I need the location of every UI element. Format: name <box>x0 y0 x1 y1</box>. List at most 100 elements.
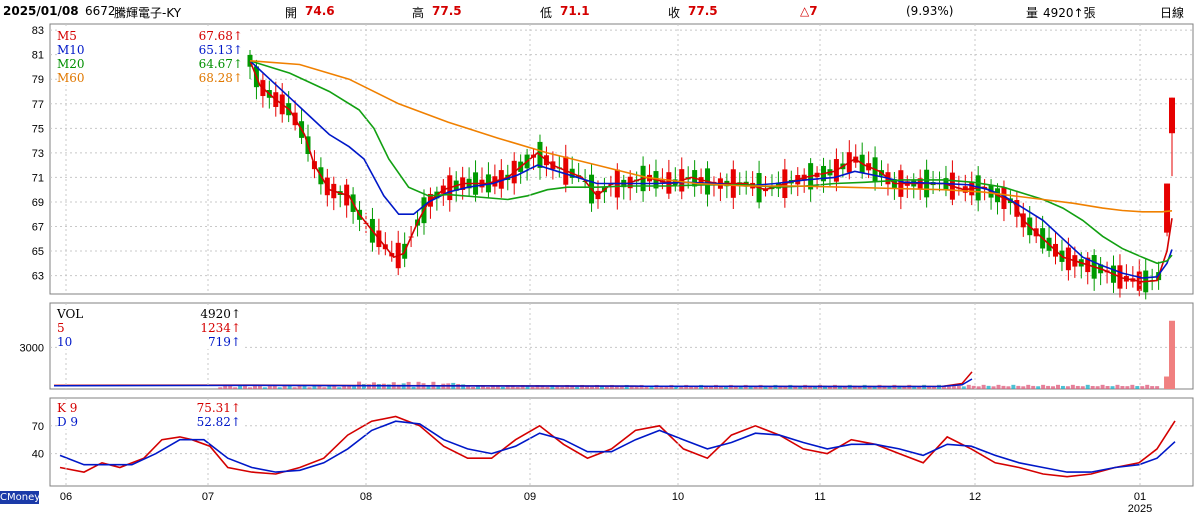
volume-bar <box>277 387 282 389</box>
legend-m60-name: M60 <box>57 71 85 85</box>
x-tick-label: 01 <box>1134 491 1146 503</box>
volume-bar <box>634 386 639 389</box>
volume-bar <box>1046 385 1051 389</box>
volume-bar <box>604 386 609 389</box>
volume-bar <box>966 384 971 389</box>
volume-bar <box>218 387 223 389</box>
volume-bar <box>961 386 966 389</box>
legend-m5: M5 67.68↑ <box>57 29 247 43</box>
stock-chart-screen: 2025/01/08 6672 騰輝電子-KY 開 74.6 高 77.5 低 … <box>0 0 1200 515</box>
volume-bar <box>976 386 981 389</box>
x-tick-label: 07 <box>202 491 214 503</box>
legend-d9: D 9 52.82↑ <box>57 415 245 429</box>
volume-bar <box>1085 384 1090 389</box>
volume-bar <box>649 386 654 389</box>
volume-bar <box>664 386 669 389</box>
y-tick-label: 81 <box>32 50 44 62</box>
volume-bar <box>1055 384 1060 389</box>
volume-bar <box>1060 385 1065 389</box>
x-tick-label: 10 <box>672 491 684 503</box>
y-tick-label: 73 <box>32 148 44 160</box>
legend-m10: M10 65.13↑ <box>57 43 247 57</box>
y-tick-label: 63 <box>32 271 44 283</box>
volume-bar <box>1006 386 1011 389</box>
y-tick-label: 77 <box>32 99 44 111</box>
legend-m20-value: 64.67↑ <box>198 57 243 71</box>
y-tick-label: 67 <box>32 222 44 234</box>
volume-bar <box>307 387 312 389</box>
y-tick-label: 83 <box>32 25 44 37</box>
volume-bar <box>946 386 951 389</box>
legend-d9-value: 52.82↑ <box>196 415 241 429</box>
y-tick-label: 75 <box>32 123 44 135</box>
volume-bar <box>1164 376 1171 389</box>
x-tick-label: 09 <box>524 491 536 503</box>
volume-bar <box>1095 386 1100 389</box>
legend-m10-name: M10 <box>57 43 85 57</box>
legend-m60-value: 68.28↑ <box>198 71 243 85</box>
volume-bar <box>322 387 327 389</box>
volume-bar <box>1011 384 1016 389</box>
y-tick-label: 69 <box>32 197 44 209</box>
volume-bar <box>1120 386 1125 389</box>
volume-bar <box>1145 384 1150 389</box>
volume-bar <box>619 386 624 389</box>
volume-bar <box>1100 384 1105 389</box>
volume-bar <box>590 386 595 389</box>
legend-vol10-name: 10 <box>57 335 73 349</box>
legend-m10-value: 65.13↑ <box>198 43 243 57</box>
volume-bar <box>337 387 342 389</box>
volume-bar <box>956 385 961 389</box>
volume-bar <box>694 386 699 389</box>
x-tick-label: 12 <box>969 491 981 503</box>
legend-m5-name: M5 <box>57 29 77 43</box>
x-tick-label: 06 <box>60 491 72 503</box>
legend-vol5-name: 5 <box>57 321 65 335</box>
legend-k9-name: K 9 <box>57 401 78 415</box>
legend-vol10: 10 719↑ <box>57 335 245 349</box>
price-legend: M5 67.68↑ M10 65.13↑ M20 64.67↑ M60 68.2… <box>57 29 247 85</box>
volume-bar <box>530 386 535 389</box>
volume-bar <box>1065 386 1070 389</box>
volume-bar <box>248 387 252 389</box>
volume-bar <box>1115 384 1120 389</box>
y-tick-label: 71 <box>32 172 44 184</box>
y-tick-label: 3000 <box>20 342 44 354</box>
volume-bar <box>986 385 991 389</box>
volume-bar <box>991 386 996 389</box>
legend-m5-value: 67.68↑ <box>198 29 243 43</box>
volume-bar <box>376 383 381 389</box>
volume-bar <box>575 386 580 389</box>
legend-vol5: 5 1234↑ <box>57 321 245 335</box>
volume-bar <box>996 384 1001 389</box>
volume-bar <box>1026 384 1031 389</box>
volume-bar <box>1021 386 1026 389</box>
legend-k9: K 9 75.31↑ <box>57 401 245 415</box>
y-tick-label: 79 <box>32 74 44 86</box>
volume-bar <box>1150 386 1155 389</box>
volume-bar <box>485 387 490 389</box>
y-tick-label: 65 <box>32 246 44 258</box>
legend-m20: M20 64.67↑ <box>57 57 247 71</box>
volume-bar <box>545 386 550 389</box>
y-tick-label: 70 <box>32 421 44 433</box>
candle-body <box>1164 183 1171 233</box>
volume-bar <box>1125 386 1130 389</box>
volume-bar <box>1016 385 1021 389</box>
volume-bar <box>262 387 267 389</box>
volume-bar <box>292 387 297 389</box>
volume-bar <box>1155 386 1160 389</box>
x-tick-label: 08 <box>360 491 372 503</box>
legend-m20-name: M20 <box>57 57 85 71</box>
volume-bar <box>1051 386 1056 389</box>
y-tick-label: 40 <box>32 449 44 461</box>
volume-bar <box>1130 384 1135 389</box>
volume-bar <box>981 384 986 389</box>
legend-vol: VOL 4920↑ <box>57 307 245 321</box>
volume-bar <box>1070 384 1075 389</box>
volume-bar <box>1041 384 1046 389</box>
volume-bar <box>679 386 684 389</box>
candle-body <box>1169 97 1175 134</box>
x-tick-label: 11 <box>814 491 825 503</box>
legend-d9-name: D 9 <box>57 415 79 429</box>
